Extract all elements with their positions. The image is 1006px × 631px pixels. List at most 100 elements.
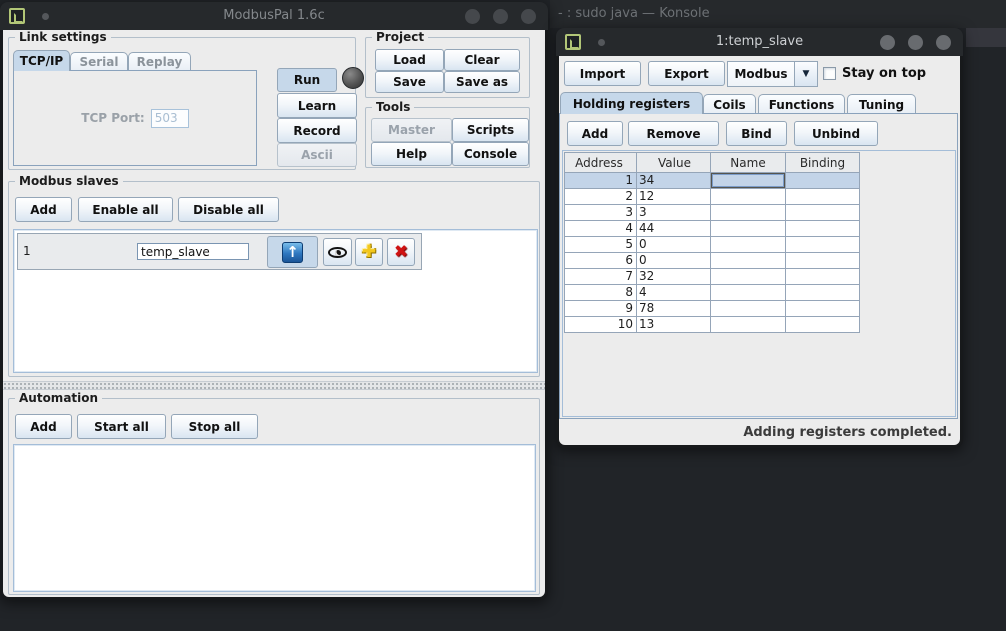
cell-address[interactable]: 5 xyxy=(565,237,637,253)
cell-binding[interactable] xyxy=(786,221,860,237)
modbus-dropdown[interactable]: Modbus ▼ xyxy=(727,61,818,87)
close-button[interactable] xyxy=(936,35,951,50)
cell-binding[interactable] xyxy=(786,189,860,205)
export-button[interactable]: Export xyxy=(648,61,725,86)
close-button[interactable] xyxy=(521,9,536,24)
cell-address[interactable]: 2 xyxy=(565,189,637,205)
cell-value[interactable]: 34 xyxy=(637,173,711,189)
record-button[interactable]: Record xyxy=(277,118,357,143)
cell-value[interactable]: 13 xyxy=(637,317,711,333)
stop-all-button[interactable]: Stop all xyxy=(171,414,258,439)
cell-address[interactable]: 3 xyxy=(565,205,637,221)
clear-button[interactable]: Clear xyxy=(444,49,520,71)
tab-coils[interactable]: Coils xyxy=(703,94,756,114)
tab-holding-registers[interactable]: Holding registers xyxy=(560,92,703,114)
cell-binding[interactable] xyxy=(786,205,860,221)
slave-duplicate-button[interactable]: ✚ xyxy=(355,238,383,266)
tab-tuning[interactable]: Tuning xyxy=(847,94,916,114)
cell-binding[interactable] xyxy=(786,253,860,269)
scripts-button[interactable]: Scripts xyxy=(452,118,529,142)
cell-value[interactable]: 12 xyxy=(637,189,711,205)
table-row[interactable]: 84 xyxy=(565,285,860,301)
table-row[interactable]: 732 xyxy=(565,269,860,285)
cell-value[interactable]: 32 xyxy=(637,269,711,285)
cell-name[interactable] xyxy=(711,253,786,269)
table-row[interactable]: 134 xyxy=(565,173,860,189)
cell-name[interactable] xyxy=(711,189,786,205)
cell-address[interactable]: 6 xyxy=(565,253,637,269)
cell-binding[interactable] xyxy=(786,301,860,317)
tab-functions[interactable]: Functions xyxy=(758,94,845,114)
cell-name[interactable] xyxy=(711,317,786,333)
register-bind-button[interactable]: Bind xyxy=(726,121,787,146)
cell-name[interactable] xyxy=(711,205,786,221)
cell-name[interactable] xyxy=(711,237,786,253)
register-unbind-button[interactable]: Unbind xyxy=(794,121,878,146)
disable-all-button[interactable]: Disable all xyxy=(178,197,279,222)
tcp-port-input[interactable] xyxy=(151,109,189,128)
cell-address[interactable]: 7 xyxy=(565,269,637,285)
help-button[interactable]: Help xyxy=(371,142,452,166)
cell-address[interactable]: 1 xyxy=(565,173,637,189)
cell-name[interactable] xyxy=(711,285,786,301)
save-button[interactable]: Save xyxy=(375,71,444,93)
cell-value[interactable]: 0 xyxy=(637,237,711,253)
cell-binding[interactable] xyxy=(786,317,860,333)
modbuspal-titlebar[interactable]: ModbusPal 1.6c xyxy=(0,2,548,30)
run-button[interactable]: Run xyxy=(277,68,337,92)
tab-tcpip[interactable]: TCP/IP xyxy=(13,50,70,71)
slave-row[interactable]: 1 ↑ ✚ ✖ xyxy=(17,233,422,270)
enable-all-button[interactable]: Enable all xyxy=(78,197,173,222)
slave-add-button[interactable]: Add xyxy=(15,197,72,222)
cell-name[interactable] xyxy=(711,301,786,317)
header-name[interactable]: Name xyxy=(711,153,786,173)
save-as-button[interactable]: Save as xyxy=(444,71,520,93)
minimize-button[interactable] xyxy=(880,35,895,50)
maximize-button[interactable] xyxy=(908,35,923,50)
cell-value[interactable]: 78 xyxy=(637,301,711,317)
maximize-button[interactable] xyxy=(493,9,508,24)
register-add-button[interactable]: Add xyxy=(567,121,623,146)
cell-name[interactable] xyxy=(711,221,786,237)
cell-value[interactable]: 44 xyxy=(637,221,711,237)
table-row[interactable]: 50 xyxy=(565,237,860,253)
header-binding[interactable]: Binding xyxy=(786,153,860,173)
register-remove-button[interactable]: Remove xyxy=(628,121,719,146)
slave-name-input[interactable] xyxy=(137,243,249,260)
table-row[interactable]: 978 xyxy=(565,301,860,317)
table-row[interactable]: 1013 xyxy=(565,317,860,333)
minimize-button[interactable] xyxy=(465,9,480,24)
cell-name[interactable] xyxy=(711,173,786,189)
table-row[interactable]: 444 xyxy=(565,221,860,237)
automation-add-button[interactable]: Add xyxy=(15,414,72,439)
learn-button[interactable]: Learn xyxy=(277,93,357,118)
cell-binding[interactable] xyxy=(786,173,860,189)
start-all-button[interactable]: Start all xyxy=(77,414,166,439)
cell-binding[interactable] xyxy=(786,285,860,301)
cell-value[interactable]: 3 xyxy=(637,205,711,221)
header-address[interactable]: Address xyxy=(565,153,637,173)
tab-serial[interactable]: Serial xyxy=(70,52,128,71)
cell-binding[interactable] xyxy=(786,269,860,285)
table-row[interactable]: 212 xyxy=(565,189,860,205)
tab-replay[interactable]: Replay xyxy=(128,52,191,71)
console-button[interactable]: Console xyxy=(452,142,529,166)
stay-on-top-checkbox[interactable] xyxy=(823,67,836,80)
splitter-handle[interactable] xyxy=(3,381,545,390)
table-row[interactable]: 33 xyxy=(565,205,860,221)
cell-address[interactable]: 9 xyxy=(565,301,637,317)
cell-address[interactable]: 4 xyxy=(565,221,637,237)
cell-value[interactable]: 4 xyxy=(637,285,711,301)
slave-delete-button[interactable]: ✖ xyxy=(387,238,415,266)
dropdown-arrow-button[interactable]: ▼ xyxy=(795,62,817,86)
load-button[interactable]: Load xyxy=(375,49,444,71)
cell-address[interactable]: 10 xyxy=(565,317,637,333)
table-row[interactable]: 60 xyxy=(565,253,860,269)
slave-view-button[interactable] xyxy=(323,238,352,266)
cell-value[interactable]: 0 xyxy=(637,253,711,269)
cell-address[interactable]: 8 xyxy=(565,285,637,301)
import-button[interactable]: Import xyxy=(564,61,641,86)
cell-name[interactable] xyxy=(711,269,786,285)
slave-enable-toggle[interactable]: ↑ xyxy=(267,236,318,268)
cell-binding[interactable] xyxy=(786,237,860,253)
